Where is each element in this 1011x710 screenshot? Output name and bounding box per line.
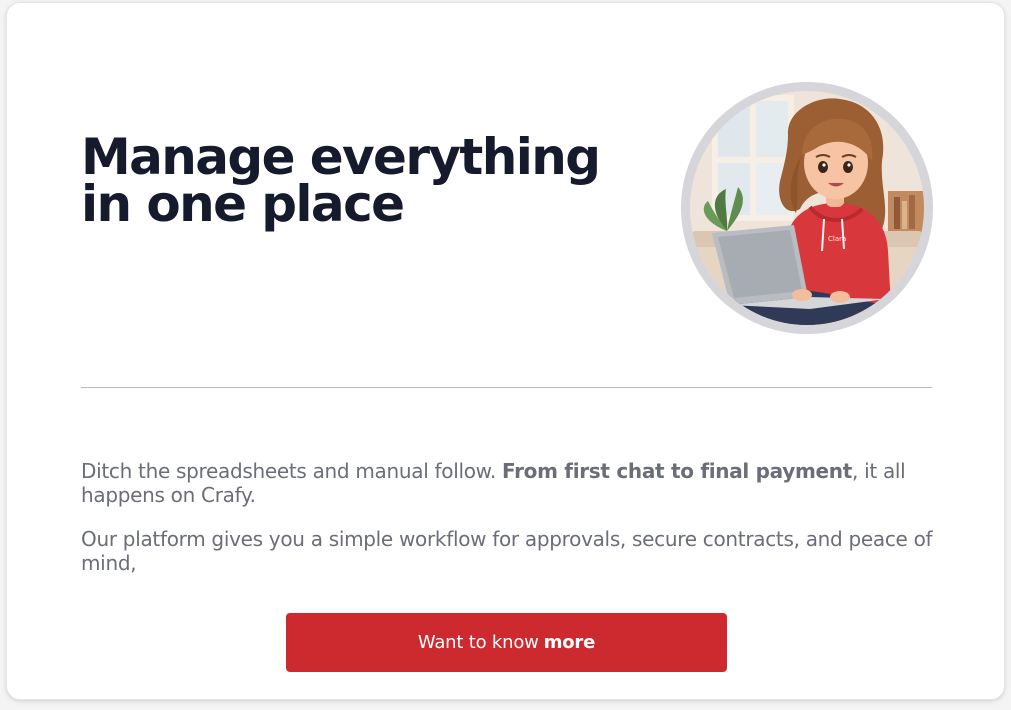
hero-card: Manage everything in one place Clara Dit…	[6, 2, 1005, 700]
avatar-illustration: Clara	[690, 91, 924, 325]
headline: Manage everything in one place	[81, 128, 601, 233]
want-to-know-more-button[interactable]: Want to know more	[286, 613, 727, 672]
description-text: Ditch the spreadsheets and manual follow…	[81, 459, 502, 483]
description-paragraph-2: Our platform gives you a simple workflow…	[81, 527, 933, 575]
description-emphasis: From first chat to final payment	[502, 459, 852, 483]
section-divider	[81, 387, 932, 388]
avatar: Clara	[681, 82, 933, 334]
cta-label: Want to know	[417, 632, 539, 653]
cta-label-bold: more	[543, 632, 596, 653]
description-paragraph-1: Ditch the spreadsheets and manual follow…	[81, 459, 941, 507]
hoodie-text: Clara	[828, 235, 846, 243]
